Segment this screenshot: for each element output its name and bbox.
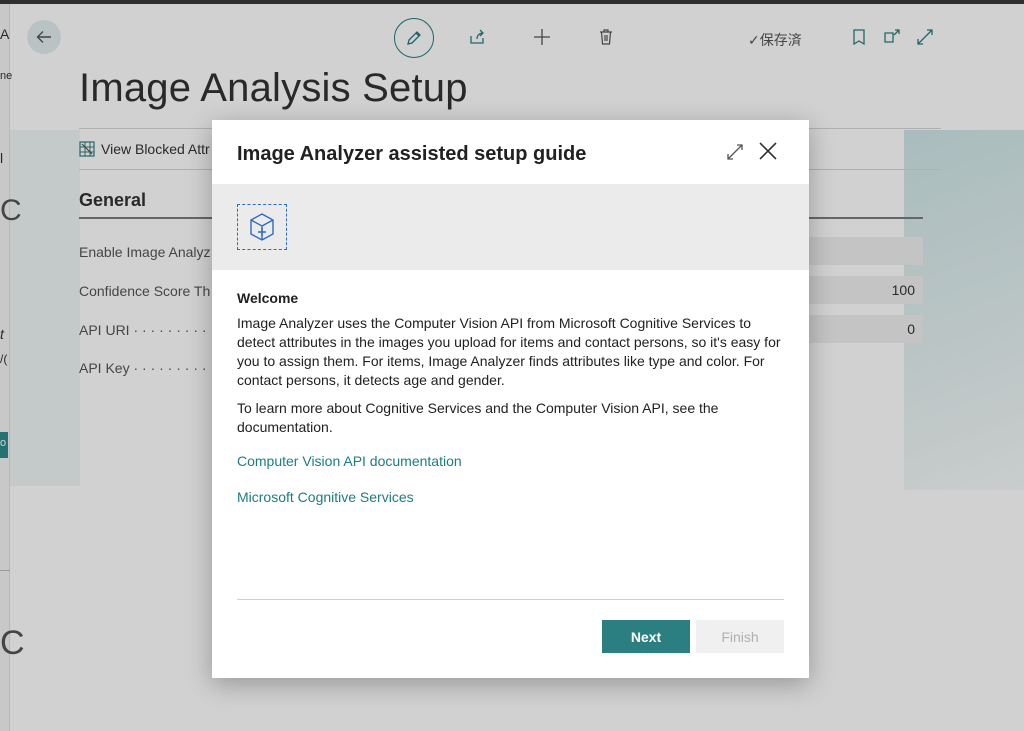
dialog-expand-button[interactable]: [725, 142, 745, 162]
dialog-footer-divider: [237, 599, 784, 600]
computer-vision-api-docs-link[interactable]: Computer Vision API documentation: [237, 453, 785, 469]
welcome-paragraph: Image Analyzer uses the Computer Vision …: [237, 315, 781, 388]
setup-guide-dialog: Image Analyzer assisted setup guide Welc…: [212, 120, 809, 678]
close-icon: [759, 142, 777, 160]
dialog-banner: [212, 184, 809, 270]
finish-button[interactable]: Finish: [696, 620, 784, 653]
next-button[interactable]: Next: [602, 620, 690, 653]
expand-icon: [727, 144, 743, 160]
welcome-heading: Welcome: [237, 290, 299, 306]
dialog-content: Welcome Image Analyzer uses the Computer…: [237, 290, 785, 505]
dialog-close-button[interactable]: [757, 140, 779, 162]
microsoft-cognitive-services-link[interactable]: Microsoft Cognitive Services: [237, 489, 785, 505]
learn-more-paragraph: To learn more about Cognitive Services a…: [237, 400, 719, 435]
dialog-title: Image Analyzer assisted setup guide: [237, 143, 587, 165]
cube-add-icon: [237, 204, 287, 250]
